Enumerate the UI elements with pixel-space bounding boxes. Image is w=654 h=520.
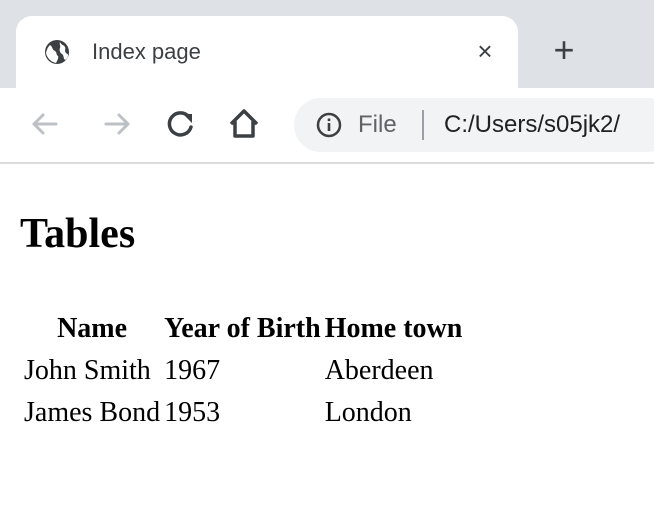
tab-title: Index page: [92, 39, 201, 64]
table-row: James Bond 1953 London: [24, 394, 462, 432]
reload-icon[interactable]: [158, 102, 202, 146]
tab-strip: Index page × +: [0, 0, 654, 88]
cell-year-of-birth: 1967: [164, 355, 221, 386]
people-table: Name Year of Birth Home town John Smith …: [20, 306, 466, 436]
cell-year-of-birth: 1953: [164, 397, 221, 428]
info-icon[interactable]: [316, 112, 342, 138]
cell-home-town: Aberdeen: [324, 355, 434, 386]
table-row: John Smith 1967 Aberdeen: [24, 352, 462, 390]
forward-arrow-icon[interactable]: [96, 102, 140, 146]
address-separator: [422, 110, 424, 140]
column-header-year-of-birth: Year of Birth: [164, 313, 321, 344]
back-arrow-icon[interactable]: [22, 102, 66, 146]
home-icon[interactable]: [222, 102, 266, 146]
url-text[interactable]: C:/Users/s05jk2/: [444, 110, 620, 140]
column-header-home-town: Home town: [324, 313, 463, 344]
page-content: Tables Name Year of Birth Home town John…: [0, 164, 654, 520]
table-header-row: Name Year of Birth Home town: [24, 310, 462, 348]
new-tab-button[interactable]: +: [544, 30, 584, 70]
tab-index-page[interactable]: Index page ×: [16, 16, 518, 88]
browser-toolbar: File C:/Users/s05jk2/: [0, 88, 654, 164]
tab-close-button[interactable]: ×: [468, 34, 502, 68]
address-bar[interactable]: File C:/Users/s05jk2/: [294, 98, 654, 152]
cell-name: John Smith: [24, 355, 151, 386]
page-title: Tables: [20, 211, 136, 257]
globe-icon: [44, 39, 70, 65]
cell-name: James Bond: [24, 397, 161, 428]
column-header-name: Name: [57, 313, 128, 344]
site-scheme-label: File: [358, 111, 397, 138]
cell-home-town: London: [324, 397, 412, 428]
